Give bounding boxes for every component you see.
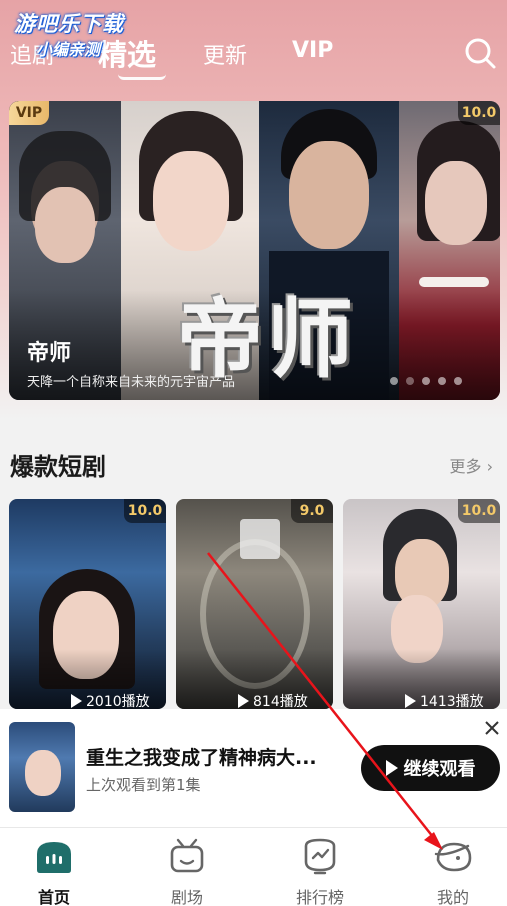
carousel-dot[interactable]: [438, 377, 446, 385]
continue-watching-bar: 重生之我变成了精神病大... 上次观看到第1集 继续观看: [0, 709, 507, 827]
chevron-right-icon: ›: [486, 457, 493, 476]
nav-label: 剧场: [170, 888, 203, 906]
play-icon: [238, 694, 249, 708]
vip-badge: VIP: [9, 101, 49, 125]
search-button[interactable]: [463, 36, 497, 70]
carousel-indicator: [390, 377, 462, 385]
banner-score-badge: 10.0: [458, 101, 500, 125]
watermark-line2: 小编亲测: [36, 40, 101, 59]
home-icon: [37, 842, 71, 873]
banner-subtitle: 天降一个自称来自未来的元宇宙产品: [27, 375, 236, 390]
play-count-text: 2010播放: [86, 694, 150, 709]
drama-card[interactable]: 10.0 2010播放: [9, 499, 166, 709]
more-label: 更多: [449, 457, 482, 476]
carousel-dot[interactable]: [454, 377, 462, 385]
drama-card[interactable]: 9.0 814播放: [176, 499, 333, 709]
nav-theater[interactable]: 剧场: [137, 836, 237, 906]
continue-button-label: 继续观看: [403, 759, 476, 780]
carousel-dot[interactable]: [406, 377, 414, 385]
play-icon: [71, 694, 82, 708]
profile-icon: [434, 842, 472, 872]
carousel-dot[interactable]: [390, 377, 398, 385]
play-icon: [405, 694, 416, 708]
watermark-line1: 游吧乐下载: [14, 12, 124, 36]
continue-episode: 上次观看到第1集: [86, 776, 201, 794]
carousel-dot[interactable]: [422, 377, 430, 385]
card-score-badge: 9.0: [291, 499, 333, 523]
drama-card[interactable]: 10.0 1413播放: [343, 499, 500, 709]
tab-vip[interactable]: VIP: [292, 38, 333, 63]
nav-profile[interactable]: 我的: [403, 836, 503, 906]
play-count-text: 1413播放: [420, 694, 484, 709]
watermark: 游吧乐下载 小编亲测: [14, 8, 124, 60]
card-play-count: 1413播放: [405, 691, 484, 709]
nav-label: 首页: [37, 888, 70, 906]
ranking-icon: [304, 838, 336, 875]
continue-title[interactable]: 重生之我变成了精神病大...: [86, 743, 341, 770]
tv-icon: [170, 838, 204, 873]
section-title: 爆款短剧: [10, 453, 106, 481]
card-play-count: 814播放: [238, 691, 308, 709]
nav-ranking[interactable]: 排行榜: [270, 836, 370, 906]
continue-thumbnail[interactable]: [9, 722, 75, 812]
nav-label: 排行榜: [295, 888, 344, 906]
card-play-count: 2010播放: [71, 691, 150, 709]
card-score-badge: 10.0: [124, 499, 166, 523]
nav-label: 我的: [436, 888, 469, 906]
continue-watching-button[interactable]: 继续观看: [361, 745, 500, 791]
close-icon: [485, 721, 499, 735]
close-button[interactable]: [483, 719, 501, 737]
play-icon: [385, 760, 398, 776]
search-icon: [465, 38, 496, 69]
play-count-text: 814播放: [253, 694, 308, 709]
bottom-navigation: 首页 剧场 排行榜 我的: [0, 827, 507, 906]
nav-home[interactable]: 首页: [4, 836, 104, 906]
more-link[interactable]: 更多 ›: [449, 453, 493, 477]
card-score-badge: 10.0: [458, 499, 500, 523]
banner-title: 帝师: [27, 341, 72, 366]
hero-banner[interactable]: 帝师 VIP 10.0 帝师 天降一个自称来自未来的元宇宙产品: [9, 101, 500, 400]
active-tab-indicator: [118, 74, 166, 80]
tab-updates[interactable]: 更新: [203, 38, 247, 70]
